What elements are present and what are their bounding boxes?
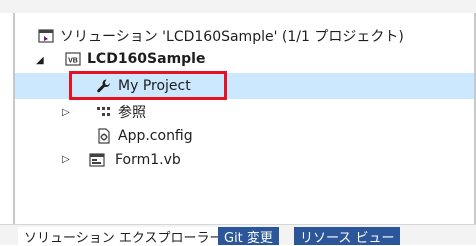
tree-item-references[interactable]: 参照 [96,101,146,123]
top-bar [0,0,476,13]
config-file-icon [96,128,112,144]
solution-label: ソリューション 'LCD160Sample' (1/1 プロジェクト) [60,29,404,45]
form-file-icon [89,152,105,168]
solution-icon [38,28,54,44]
red-annotation-box [69,71,227,100]
tab-label: Git 変更 [224,230,273,246]
project-node[interactable]: VB LCD160Sample [65,48,205,70]
tab-label: リソース ビュー [300,230,395,246]
panel-left-border [13,13,15,224]
expand-arrow-icon[interactable]: ▷ [62,107,70,118]
tab-resource-view[interactable]: リソース ビュー [294,227,401,246]
tree-item-app-config[interactable]: App.config [96,125,193,147]
vb-project-icon: VB [65,51,81,67]
tree-item-form1[interactable]: Form1.vb [89,149,181,171]
tab-git-changes[interactable]: Git 変更 [218,227,279,246]
tab-solution-explorer[interactable]: ソリューション エクスプローラー [18,227,229,246]
item-label: Form1.vb [115,152,181,168]
collapse-arrow-icon[interactable]: ◢ [36,55,44,66]
solution-node[interactable]: ソリューション 'LCD160Sample' (1/1 プロジェクト) [38,25,404,47]
tab-label: ソリューション エクスプローラー [24,230,223,246]
references-icon [96,104,112,120]
project-label: LCD160Sample [87,51,206,67]
svg-text:VB: VB [68,58,78,65]
tool-window-tabs: ソリューション エクスプローラー Git 変更 リソース ビュー [0,224,476,246]
item-label: 参照 [118,105,146,121]
expand-arrow-icon[interactable]: ▷ [62,154,70,165]
item-label: App.config [118,128,193,144]
